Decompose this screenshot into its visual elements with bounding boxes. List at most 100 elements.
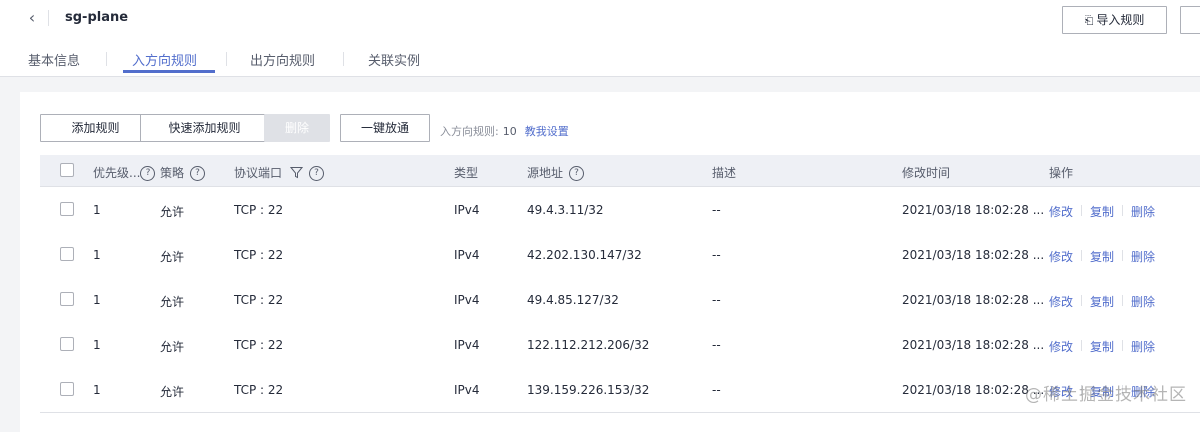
copy-link[interactable]: 复制: [1090, 338, 1114, 355]
delete-link[interactable]: 删除: [1131, 293, 1155, 310]
teach-me-link[interactable]: 教我设置: [525, 125, 569, 138]
priority-cell: 1: [93, 203, 101, 217]
action-divider: [1122, 295, 1123, 306]
modify-link[interactable]: 修改: [1049, 338, 1073, 355]
protocol-port-cell: TCP : 22: [234, 293, 284, 307]
strategy-cell: 允许: [160, 340, 185, 354]
type-cell: IPv4: [454, 338, 480, 352]
priority-cell: 1: [93, 293, 101, 307]
modify-link[interactable]: 修改: [1049, 248, 1073, 265]
help-icon[interactable]: ?: [140, 166, 156, 181]
row-checkbox[interactable]: [60, 202, 74, 216]
column-description: 描述: [712, 166, 737, 180]
type-cell: IPv4: [454, 383, 480, 397]
column-modified-time: 修改时间: [902, 166, 951, 180]
tab-inbound-rules[interactable]: 入方向规则: [132, 50, 197, 69]
description-cell: --: [712, 338, 721, 352]
description-cell: --: [712, 293, 721, 307]
delete-link[interactable]: 删除: [1131, 338, 1155, 355]
tab-divider: [343, 52, 344, 66]
table-row: 1 允许 TCP : 22 IPv4 122.112.212.206/32 --…: [40, 322, 1200, 368]
delete-link[interactable]: 删除: [1131, 203, 1155, 220]
protocol-port-cell: TCP : 22: [234, 203, 284, 217]
add-rule-button[interactable]: 添加规则: [40, 114, 151, 142]
tab-basic-info[interactable]: 基本信息: [28, 50, 80, 69]
source-cell: 122.112.212.206/32: [527, 338, 650, 352]
protocol-port-cell: TCP : 22: [234, 248, 284, 262]
filter-icon[interactable]: [289, 166, 304, 182]
watermark-text: @稀土掘金技术社区: [1025, 385, 1187, 405]
active-tab-indicator: [123, 70, 215, 73]
modified-time-cell: 2021/03/18 18:02:28 ...: [902, 248, 1045, 262]
table-header: 优先级...? 策略? 协议端口? 类型 源地址? 描述 修改时间 操作: [40, 155, 1200, 187]
action-divider: [1081, 205, 1082, 216]
priority-cell: 1: [93, 338, 101, 352]
help-icon[interactable]: ?: [569, 166, 585, 181]
delete-button[interactable]: 删除: [264, 114, 330, 142]
table-row: 1 允许 TCP : 22 IPv4 49.4.3.11/32 -- 2021/…: [40, 187, 1200, 233]
description-cell: --: [712, 248, 721, 262]
copy-link[interactable]: 复制: [1090, 248, 1114, 265]
protocol-port-cell: TCP : 22: [234, 383, 284, 397]
rules-panel: 添加规则 快速添加规则 删除 一键放通 入方向规则: 10 教我设置 优先级...?…: [20, 92, 1200, 432]
tab-associated-instances[interactable]: 关联实例: [368, 50, 420, 69]
help-icon[interactable]: ?: [190, 166, 206, 181]
description-cell: --: [712, 383, 721, 397]
source-cell: 49.4.85.127/32: [527, 293, 619, 307]
modified-time-cell: 2021/03/18 18:02:28 ...: [902, 338, 1045, 352]
delete-link[interactable]: 删除: [1131, 248, 1155, 265]
chevron-left-icon[interactable]: ‹: [22, 8, 42, 28]
type-cell: IPv4: [454, 248, 480, 262]
strategy-cell: 允许: [160, 385, 185, 399]
tab-divider: [226, 52, 227, 66]
column-source: 源地址?: [527, 164, 585, 181]
type-cell: IPv4: [454, 293, 480, 307]
row-checkbox[interactable]: [60, 382, 74, 396]
more-button[interactable]: [1180, 6, 1200, 34]
column-strategy-label: 策略: [160, 166, 185, 180]
priority-cell: 1: [93, 248, 101, 262]
action-divider: [1081, 340, 1082, 351]
action-divider: [1081, 250, 1082, 261]
row-checkbox[interactable]: [60, 337, 74, 351]
rule-count-value: 10: [502, 125, 517, 138]
row-checkbox[interactable]: [60, 247, 74, 261]
table-row: 1 允许 TCP : 22 IPv4 42.202.130.147/32 -- …: [40, 232, 1200, 278]
open-all-button[interactable]: 一键放通: [340, 114, 430, 142]
row-checkbox[interactable]: [60, 292, 74, 306]
page-title: sg-plane: [65, 10, 129, 25]
modified-time-cell: 2021/03/18 18:02:28 ...: [902, 203, 1045, 217]
column-priority-label: 优先级...: [93, 166, 141, 180]
action-divider: [1081, 295, 1082, 306]
copy-link[interactable]: 复制: [1090, 293, 1114, 310]
rule-count-info: 入方向规则: 10 教我设置: [440, 123, 569, 139]
quick-add-rule-button[interactable]: 快速添加规则: [140, 114, 269, 142]
import-rules-button[interactable]: ⎗ 导入规则: [1062, 6, 1167, 34]
action-divider: [1122, 205, 1123, 216]
import-icon: ⎗: [1084, 14, 1094, 27]
title-divider: [48, 10, 49, 26]
modify-link[interactable]: 修改: [1049, 293, 1073, 310]
tab-divider: [106, 52, 107, 66]
strategy-cell: 允许: [160, 250, 185, 264]
strategy-cell: 允许: [160, 295, 185, 309]
table-row: 1 允许 TCP : 22 IPv4 49.4.85.127/32 -- 202…: [40, 277, 1200, 323]
column-type: 类型: [454, 166, 479, 180]
protocol-port-cell: TCP : 22: [234, 338, 284, 352]
column-strategy: 策略?: [160, 164, 206, 181]
tab-outbound-rules[interactable]: 出方向规则: [250, 50, 315, 69]
source-cell: 42.202.130.147/32: [527, 248, 642, 262]
description-cell: --: [712, 203, 721, 217]
copy-link[interactable]: 复制: [1090, 203, 1114, 220]
modify-link[interactable]: 修改: [1049, 203, 1073, 220]
action-divider: [1122, 250, 1123, 261]
source-cell: 49.4.3.11/32: [527, 203, 604, 217]
strategy-cell: 允许: [160, 205, 185, 219]
select-all-checkbox[interactable]: [60, 163, 74, 177]
column-actions: 操作: [1049, 166, 1074, 180]
rule-count-label: 入方向规则:: [440, 125, 499, 138]
column-source-label: 源地址: [527, 166, 564, 180]
source-cell: 139.159.226.153/32: [527, 383, 650, 397]
help-icon[interactable]: ?: [309, 166, 325, 181]
column-protocol-port-label: 协议端口: [234, 166, 283, 180]
